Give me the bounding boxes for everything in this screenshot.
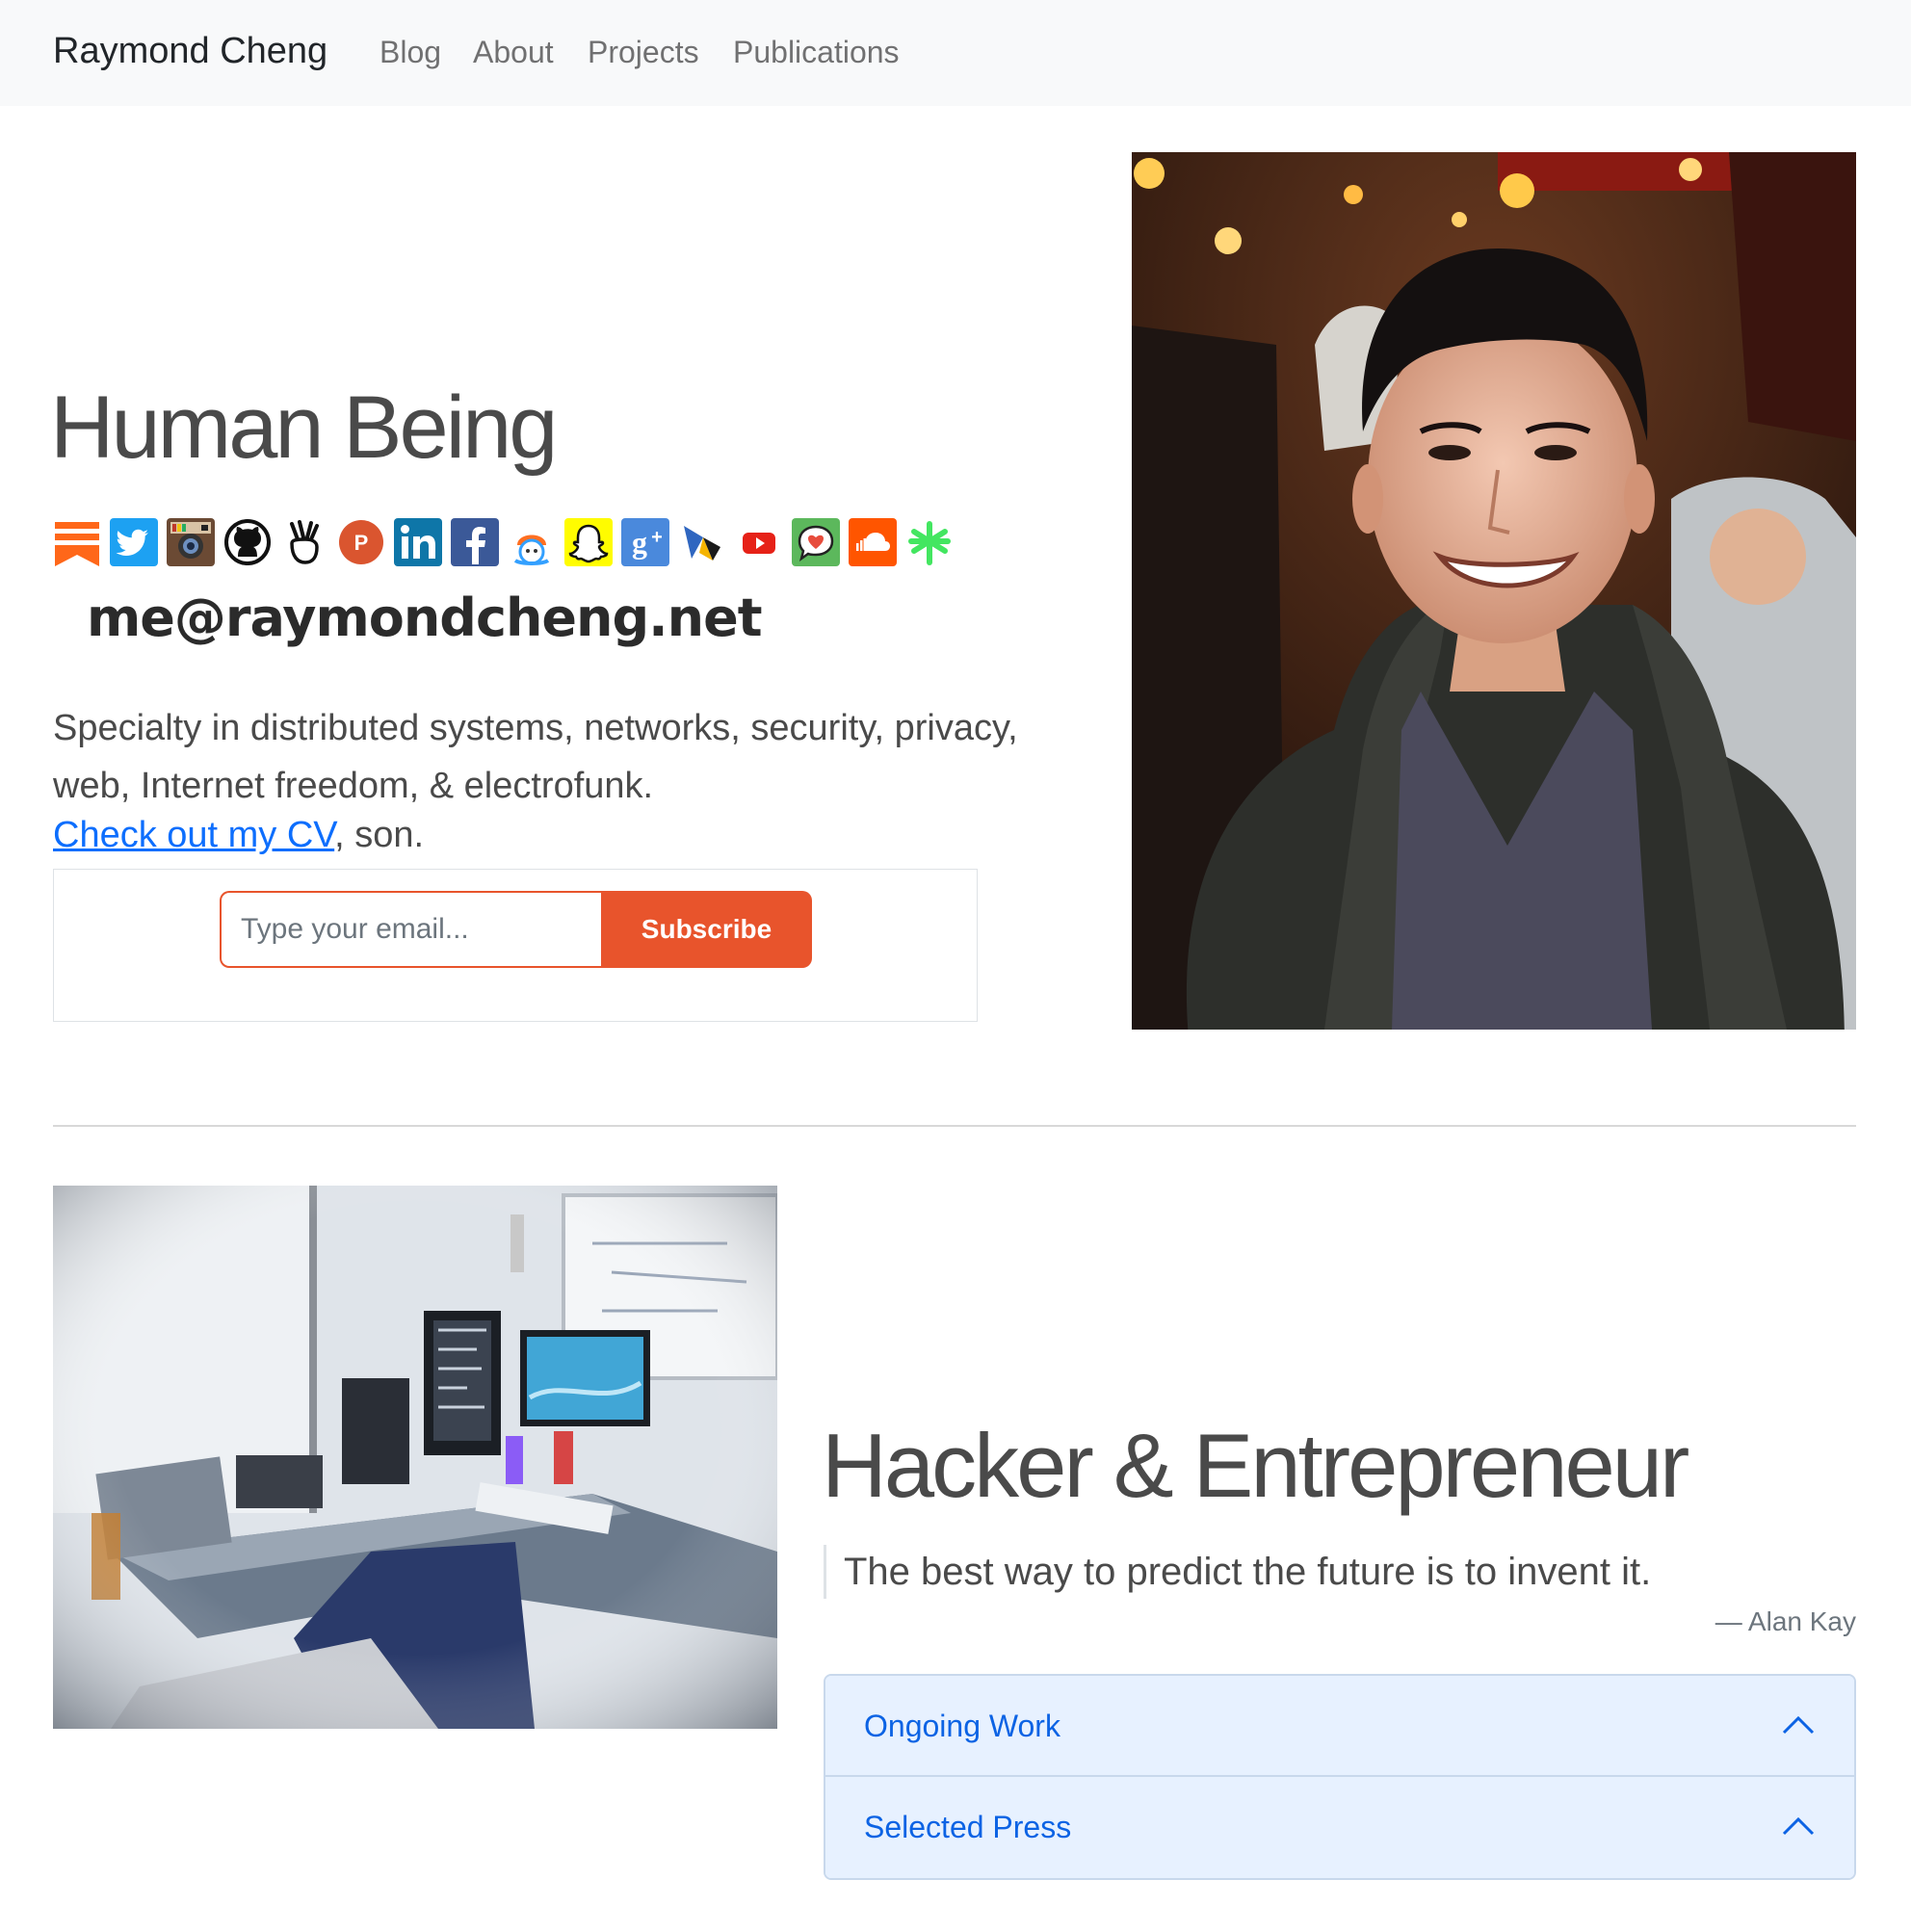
chevron-up-icon <box>1779 1707 1818 1745</box>
twitter-icon[interactable] <box>110 518 158 566</box>
nav-link-publications[interactable]: Publications <box>733 35 900 70</box>
subscribe-widget: Type your email... Subscribe <box>53 869 978 1022</box>
keybase-icon[interactable] <box>508 518 556 566</box>
accordion-item-ongoing-work[interactable]: Ongoing Work <box>825 1676 1854 1777</box>
quote-source: — Alan Kay <box>1715 1606 1856 1636</box>
accordion-label: Ongoing Work <box>864 1709 1060 1743</box>
chat-heart-icon[interactable] <box>792 518 840 566</box>
linktree-icon[interactable] <box>905 518 954 566</box>
svg-text:g: g <box>632 525 647 560</box>
chevron-up-icon <box>1779 1808 1818 1846</box>
email-address-image: me@raymondcheng.net <box>87 587 763 648</box>
soundcloud-icon[interactable] <box>849 518 897 566</box>
subscribe-button[interactable]: Subscribe <box>601 891 812 968</box>
navbar: Raymond Cheng Blog About Projects Public… <box>0 0 1911 106</box>
nav-link-projects[interactable]: Projects <box>588 35 699 70</box>
linkedin-icon[interactable] <box>394 518 442 566</box>
nav-link-about[interactable]: About <box>473 35 554 70</box>
github-icon[interactable] <box>223 518 272 566</box>
instagram-icon[interactable] <box>167 518 215 566</box>
section-divider <box>53 1125 1856 1127</box>
cv-link[interactable]: Check out my CV <box>53 815 334 855</box>
section-title: Hacker & Entrepreneur <box>822 1415 1689 1516</box>
specialty-text: Specialty in distributed systems, networ… <box>53 708 1018 806</box>
producthunt-icon[interactable]: P <box>337 518 385 566</box>
desk-photo <box>53 1186 777 1729</box>
snapchat-icon[interactable] <box>564 518 613 566</box>
portrait-photo <box>1132 152 1856 1030</box>
youtube-icon[interactable] <box>735 518 783 566</box>
social-links: P g + <box>53 518 968 570</box>
nav-link-blog[interactable]: Blog <box>380 35 441 70</box>
cv-line: Check out my CV, son. <box>53 815 424 856</box>
facebook-icon[interactable] <box>451 518 499 566</box>
medium-icon[interactable] <box>678 518 726 566</box>
google-plus-icon[interactable]: g + <box>621 518 669 566</box>
hero-title: Human Being <box>50 379 558 477</box>
brand-link[interactable]: Raymond Cheng <box>53 31 327 72</box>
accordion: Ongoing Work Selected Press <box>824 1674 1856 1880</box>
accordion-label: Selected Press <box>864 1810 1072 1844</box>
quote: The best way to predict the future is to… <box>824 1545 1651 1599</box>
accordion-item-selected-press[interactable]: Selected Press <box>825 1777 1854 1878</box>
subscribe-email-input[interactable]: Type your email... <box>220 891 603 968</box>
substack-icon[interactable] <box>53 518 101 566</box>
cv-suffix: , son. <box>334 815 425 855</box>
svg-text:+: + <box>651 527 663 548</box>
angellist-icon[interactable] <box>280 518 328 566</box>
svg-text:P: P <box>354 531 369 555</box>
